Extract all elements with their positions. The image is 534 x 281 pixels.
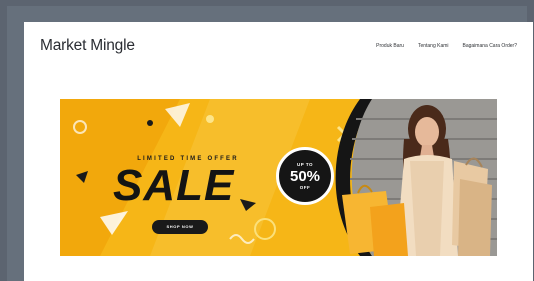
brand-logo[interactable]: Market Mingle xyxy=(40,37,135,55)
badge-percent: 50% xyxy=(289,168,321,185)
navbar: Market Mingle Produk Baru Tentang Kami B… xyxy=(24,22,533,76)
discount-badge: UP TO 50% OFF xyxy=(276,147,334,205)
sale-headline: SALE xyxy=(113,161,235,210)
nav-links: Produk Baru Tentang Kami Bagaimana Cara … xyxy=(376,43,517,49)
nav-link-about[interactable]: Tentang Kami xyxy=(418,43,449,49)
window-frame: Market Mingle Produk Baru Tentang Kami B… xyxy=(7,6,533,281)
nav-link-new-products[interactable]: Produk Baru xyxy=(376,43,404,49)
nav-link-how-to-order[interactable]: Bagaimana Cara Order? xyxy=(463,43,517,49)
shop-now-button[interactable]: SHOP NOW xyxy=(152,220,208,234)
badge-up-to: UP TO xyxy=(296,162,314,167)
badge-off: OFF xyxy=(299,185,311,190)
sale-banner[interactable]: LIMITED TIME OFFER SALE SHOP NOW UP TO 5… xyxy=(60,99,497,256)
web-page: Market Mingle Produk Baru Tentang Kami B… xyxy=(24,22,533,281)
